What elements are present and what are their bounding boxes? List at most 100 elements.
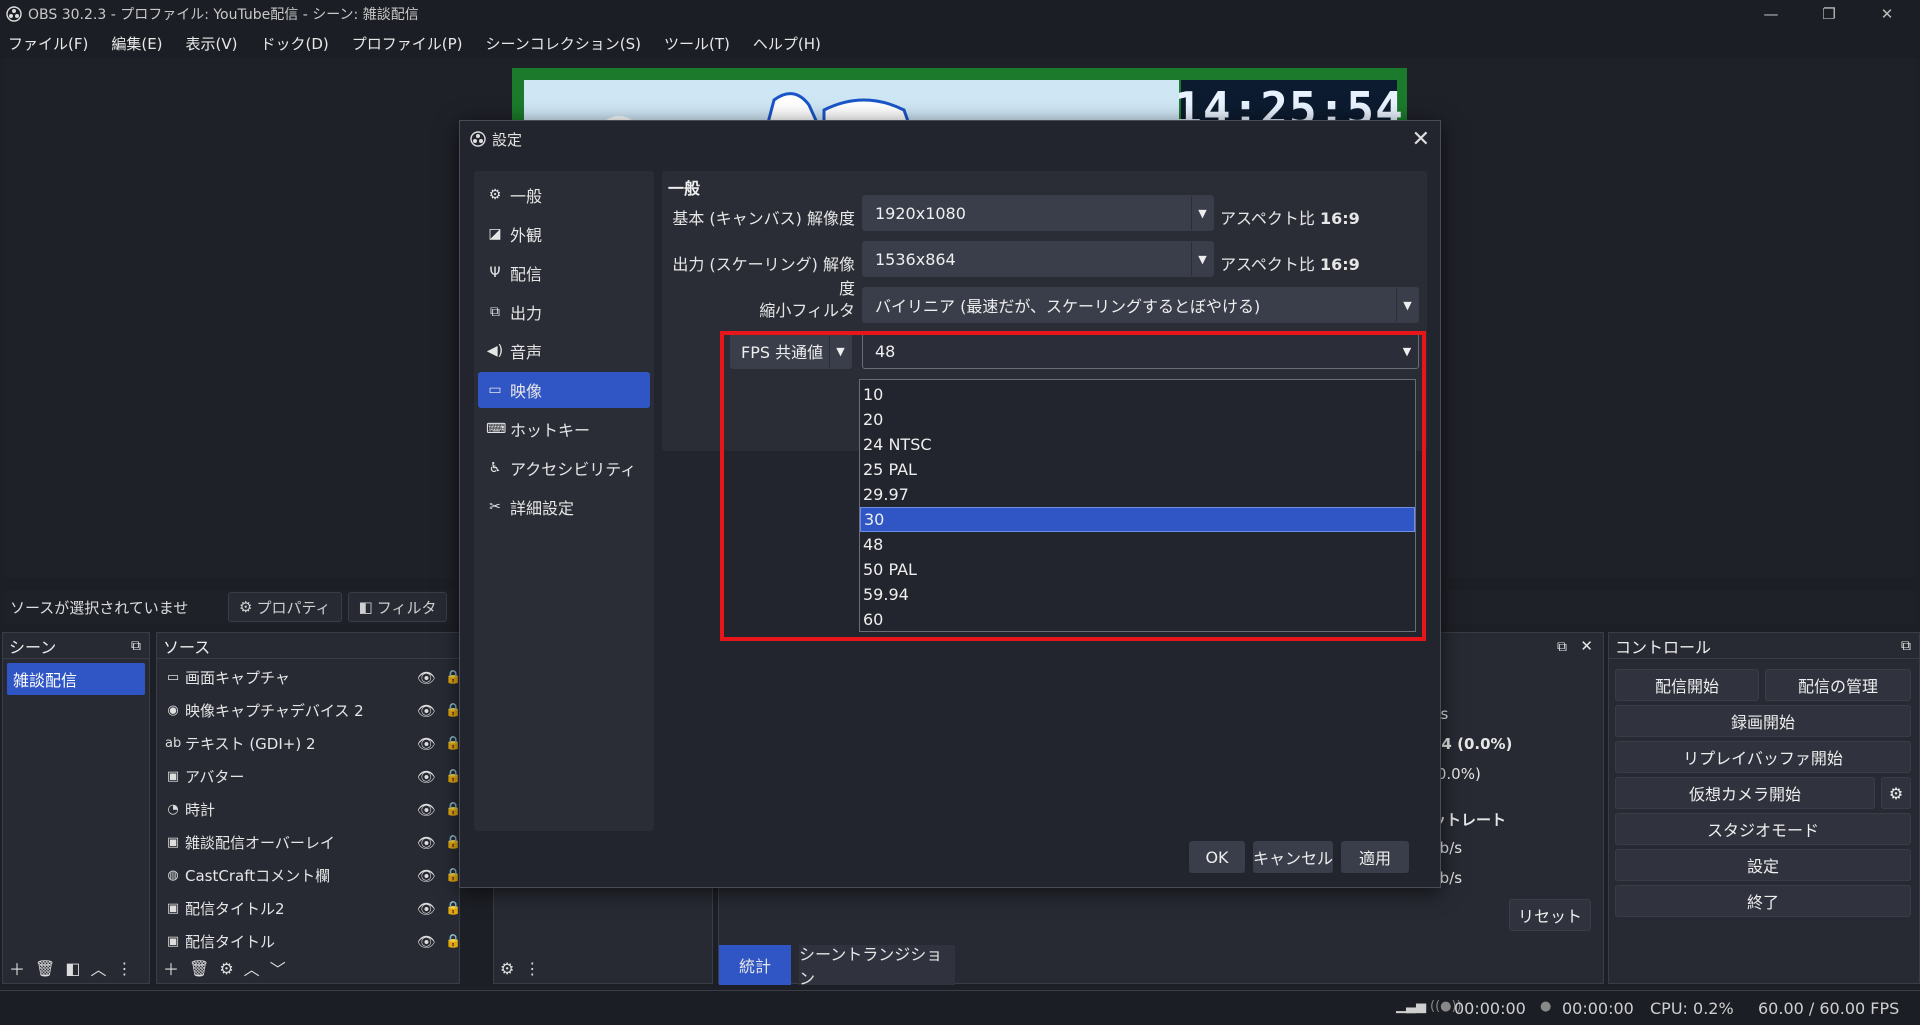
- mixer-settings-icon[interactable]: ⚙: [500, 959, 514, 978]
- reset-stats-button[interactable]: リセット: [1509, 899, 1591, 931]
- move-up-icon[interactable]: ︿: [90, 956, 106, 980]
- source-label: 配信タイトル2: [185, 900, 285, 918]
- settings-nav-item[interactable]: Ψ 配信: [478, 255, 650, 291]
- more-icon[interactable]: ⋮: [116, 959, 132, 978]
- menu-help[interactable]: ヘルプ(H): [749, 33, 825, 54]
- lock-icon[interactable]: 🔒: [445, 769, 459, 784]
- source-row[interactable]: ◉ 映像キャプチャデバイス 2 👁 🔒: [157, 694, 459, 727]
- settings-nav-item[interactable]: ✂ 詳細設定: [478, 489, 650, 525]
- visibility-eye-icon[interactable]: 👁: [417, 900, 436, 918]
- menu-view[interactable]: 表示(V): [182, 33, 242, 54]
- browser-icon: ◍: [167, 868, 179, 883]
- source-row[interactable]: ▭ 画面キャプチャ 👁 🔒: [157, 661, 459, 694]
- antenna-icon: Ψ: [489, 265, 501, 281]
- settings-button[interactable]: 設定: [1615, 849, 1911, 881]
- properties-button[interactable]: ⚙ プロパティ: [228, 592, 342, 622]
- move-up-icon[interactable]: ︿: [244, 956, 260, 980]
- chevron-down-icon: ▼: [1396, 288, 1418, 322]
- cancel-button[interactable]: キャンセル: [1253, 841, 1333, 873]
- ok-button[interactable]: OK: [1189, 841, 1245, 873]
- downscale-filter-combo[interactable]: バイリニア (最速だが、スケーリングするとぼやける) ▼: [862, 287, 1419, 323]
- add-source-icon[interactable]: ＋: [163, 956, 179, 980]
- lock-icon[interactable]: 🔒: [445, 802, 459, 817]
- base-resolution-combo[interactable]: 1920x1080 ▼: [862, 195, 1214, 231]
- chevron-down-icon: ▼: [1191, 196, 1213, 230]
- visibility-eye-icon[interactable]: 👁: [417, 735, 436, 753]
- visibility-eye-icon[interactable]: 👁: [417, 834, 436, 852]
- settings-nav-item[interactable]: ♿ アクセシビリティ: [478, 450, 650, 486]
- source-row[interactable]: ◍ CastCraftコメント欄 👁 🔒: [157, 859, 459, 892]
- minimize-button[interactable]: —: [1742, 0, 1800, 28]
- output-resolution-combo[interactable]: 1536x864 ▼: [862, 241, 1214, 277]
- image-icon: ▣: [166, 901, 180, 916]
- scene-item[interactable]: 雑談配信: [7, 663, 145, 695]
- window-title-bar: OBS 30.2.3 - プロファイル: YouTube配信 - シーン: 雑談…: [0, 0, 1920, 28]
- base-aspect-ratio: アスペクト比 16:9: [1220, 205, 1360, 229]
- source-row[interactable]: ab テキスト (GDI+) 2 👁 🔒: [157, 727, 459, 760]
- lock-icon[interactable]: 🔒: [445, 868, 459, 883]
- start-replay-buffer-button[interactable]: リプレイバッファ開始: [1615, 741, 1911, 773]
- visibility-eye-icon[interactable]: 👁: [417, 801, 436, 819]
- undock-icon[interactable]: ⧉: [1901, 638, 1911, 654]
- group-title: 一般: [668, 179, 701, 198]
- start-recording-button[interactable]: 録画開始: [1615, 705, 1911, 737]
- close-dock-icon[interactable]: ✕: [1580, 637, 1593, 655]
- source-row[interactable]: ▣ 配信タイトル2 👁 🔒: [157, 892, 459, 925]
- move-down-icon[interactable]: ﹀: [270, 956, 286, 980]
- lock-icon[interactable]: 🔒: [445, 934, 459, 949]
- remove-source-icon[interactable]: 🗑: [189, 959, 209, 978]
- settings-nav-label: 詳細設定: [510, 499, 575, 518]
- settings-nav-item[interactable]: ◀) 音声: [478, 333, 650, 369]
- visibility-eye-icon[interactable]: 👁: [417, 669, 436, 687]
- image-icon: ▣: [166, 769, 180, 784]
- remove-scene-icon[interactable]: 🗑: [35, 959, 55, 978]
- tab-scene-transitions[interactable]: シーントランジション: [799, 945, 955, 988]
- settings-nav-item[interactable]: ⚙ 一般: [478, 177, 650, 213]
- scene-filter-icon[interactable]: ◧: [65, 959, 80, 978]
- start-virtual-camera-button[interactable]: 仮想カメラ開始: [1615, 777, 1875, 809]
- lock-icon[interactable]: 🔒: [445, 736, 459, 751]
- menu-docks[interactable]: ドック(D): [257, 33, 333, 54]
- visibility-eye-icon[interactable]: 👁: [417, 867, 436, 885]
- tab-stats[interactable]: 統計: [719, 945, 791, 985]
- visibility-eye-icon[interactable]: 👁: [417, 768, 436, 786]
- menu-profile[interactable]: プロファイル(P): [348, 33, 467, 54]
- settings-nav-label: 一般: [510, 187, 543, 206]
- source-label: CastCraftコメント欄: [185, 867, 331, 885]
- start-stream-button[interactable]: 配信開始: [1615, 669, 1759, 701]
- lock-icon[interactable]: 🔒: [445, 835, 459, 850]
- settings-nav-label: 配信: [510, 265, 543, 284]
- settings-nav-item[interactable]: ⧉ 出力: [478, 294, 650, 330]
- visibility-eye-icon[interactable]: 👁: [417, 702, 436, 720]
- manage-stream-button[interactable]: 配信の管理: [1765, 669, 1911, 701]
- visibility-eye-icon[interactable]: 👁: [417, 933, 436, 951]
- filters-button[interactable]: ◧ フィルタ: [347, 592, 448, 622]
- source-properties-icon[interactable]: ⚙: [219, 959, 233, 978]
- more-icon[interactable]: ⋮: [524, 959, 540, 978]
- restore-button[interactable]: ❐: [1800, 0, 1858, 28]
- lock-icon[interactable]: 🔒: [445, 670, 459, 685]
- add-scene-icon[interactable]: ＋: [9, 956, 25, 980]
- exit-button[interactable]: 終了: [1615, 885, 1911, 917]
- downscale-filter-label: 縮小フィルタ: [759, 301, 855, 320]
- lock-icon[interactable]: 🔒: [445, 901, 459, 916]
- undock-icon[interactable]: ⧉: [1557, 639, 1567, 655]
- undock-icon[interactable]: ⧉: [131, 638, 141, 654]
- settings-nav-label: ホットキー: [510, 421, 591, 440]
- menu-tools[interactable]: ツール(T): [660, 33, 734, 54]
- virtual-camera-settings-button[interactable]: ⚙: [1881, 777, 1911, 809]
- studio-mode-button[interactable]: スタジオモード: [1615, 813, 1911, 845]
- source-row[interactable]: ◔ 時計 👁 🔒: [157, 793, 459, 826]
- source-row[interactable]: ▣ アバター 👁 🔒: [157, 760, 459, 793]
- close-icon[interactable]: ✕: [1412, 127, 1430, 152]
- menu-scene-collection[interactable]: シーンコレクション(S): [482, 33, 645, 54]
- source-row[interactable]: ▣ 雑談配信オーバーレイ 👁 🔒: [157, 826, 459, 859]
- settings-nav-item[interactable]: ⌨ ホットキー: [478, 411, 650, 447]
- settings-nav-item[interactable]: ▭ 映像: [478, 372, 650, 408]
- apply-button[interactable]: 適用: [1341, 841, 1409, 873]
- lock-icon[interactable]: 🔒: [445, 703, 459, 718]
- menu-edit[interactable]: 編集(E): [107, 33, 166, 54]
- settings-nav-item[interactable]: ◪ 外観: [478, 216, 650, 252]
- menu-file[interactable]: ファイル(F): [4, 33, 92, 54]
- close-window-button[interactable]: ✕: [1858, 0, 1916, 28]
